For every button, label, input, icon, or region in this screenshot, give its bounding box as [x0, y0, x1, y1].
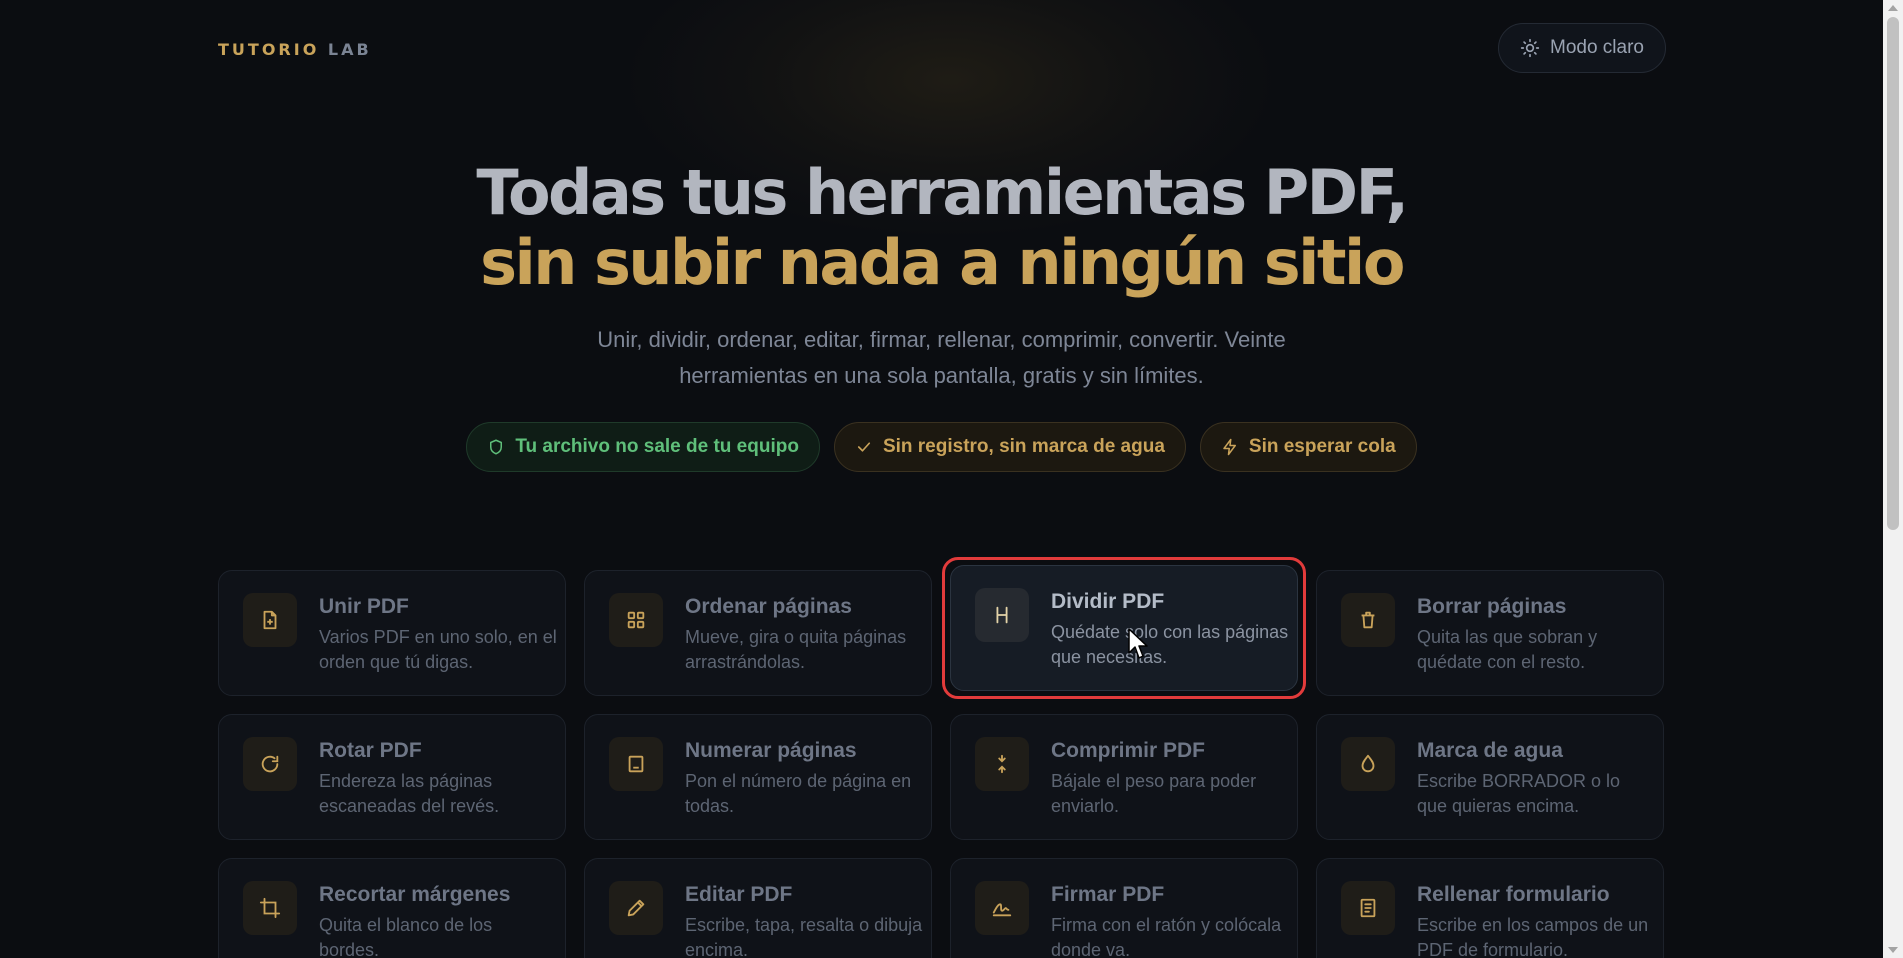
tool-desc: Pon el número de página en todas.	[685, 771, 912, 816]
feature-badges: Tu archivo no sale de tu equipo Sin regi…	[0, 422, 1883, 472]
signature-icon	[992, 903, 1012, 917]
tool-card-recortar-margenes[interactable]: Recortar márgenes Quita el blanco de los…	[218, 858, 566, 958]
tool-desc: Firma con el ratón y colócala donde va.	[1051, 915, 1282, 958]
tool-title: Numerar páginas	[685, 739, 857, 762]
tool-title: Borrar páginas	[1417, 595, 1567, 618]
droplet-icon	[1361, 754, 1375, 773]
crop-icon	[259, 897, 281, 919]
hero-title-line1: Todas tus herramientas PDF,	[476, 156, 1409, 229]
badge-no-queue: Sin esperar cola	[1199, 422, 1417, 472]
sun-icon	[1520, 38, 1540, 58]
tool-title: Rotar PDF	[319, 739, 422, 762]
tool-card-numerar-paginas[interactable]: Numerar páginas Pon el número de página …	[584, 714, 932, 840]
tool-title: Firmar PDF	[1051, 883, 1165, 906]
tool-title: Comprimir PDF	[1051, 739, 1206, 762]
scroll-down-icon[interactable]	[1888, 947, 1898, 953]
tool-title: Dividir PDF	[1051, 590, 1165, 613]
badge-privacy-label: Tu archivo no sale de tu equipo	[515, 436, 799, 457]
theme-toggle-button[interactable]: Modo claro	[1498, 23, 1666, 73]
tool-card-dividir-pdf[interactable]: Dividir PDF Quédate solo con las páginas…	[942, 557, 1306, 699]
tool-card-marca-de-agua[interactable]: Marca de agua Escribe BORRADOR o lo que …	[1316, 714, 1664, 840]
tool-card-comprimir-pdf[interactable]: Comprimir PDF Bájale el peso para poder …	[950, 714, 1298, 840]
tool-card-rotar-pdf[interactable]: Rotar PDF Endereza las páginas escaneada…	[218, 714, 566, 840]
check-icon	[857, 442, 871, 452]
tool-card-editar-pdf[interactable]: Editar PDF Escribe, tapa, resalta o dibu…	[584, 858, 932, 958]
tool-desc: Escribe BORRADOR o lo que quieras encima…	[1417, 771, 1621, 816]
shield-icon	[490, 439, 503, 455]
tool-desc: Quita las que sobran y quédate con el re…	[1417, 627, 1598, 672]
badge-no-signup: Sin registro, sin marca de agua	[833, 422, 1186, 472]
hero-title: Todas tus herramientas PDF, sin subir na…	[0, 158, 1883, 298]
tool-title: Marca de agua	[1417, 739, 1563, 762]
form-icon	[1360, 898, 1376, 918]
tool-desc: Escribe, tapa, resalta o dibuja encima.	[685, 915, 923, 958]
theme-toggle-label: Modo claro	[1550, 37, 1644, 58]
rotate-icon	[261, 755, 279, 773]
compress-icon	[998, 754, 1006, 774]
brand-part2: LAB	[327, 40, 372, 59]
tool-desc: Varios PDF en uno solo, en el orden que …	[319, 627, 557, 672]
page-scrollbar[interactable]	[1883, 0, 1903, 958]
tool-card-borrar-paginas[interactable]: Borrar páginas Quita las que sobran y qu…	[1316, 570, 1664, 696]
brand-part1: TUTORIO	[218, 40, 320, 59]
badge-privacy: Tu archivo no sale de tu equipo	[466, 422, 820, 472]
scroll-up-icon[interactable]	[1888, 5, 1898, 11]
tool-card-rellenar-formulario[interactable]: Rellenar formulario Escribe en los campo…	[1316, 858, 1664, 958]
tool-card-firmar-pdf[interactable]: Firmar PDF Firma con el ratón y colócala…	[950, 858, 1298, 958]
brand-logo[interactable]: TUTORIO LAB	[218, 40, 372, 59]
mouse-cursor-icon	[1128, 628, 1148, 659]
tool-title: Editar PDF	[685, 883, 793, 906]
tool-title: Recortar márgenes	[319, 883, 511, 906]
trash-icon	[1361, 611, 1375, 629]
tool-title: Unir PDF	[319, 595, 409, 618]
scrollbar-thumb[interactable]	[1887, 17, 1899, 530]
tool-desc: Bájale el peso para poder enviarlo.	[1051, 771, 1257, 816]
split-icon	[996, 606, 1008, 624]
file-plus-icon	[263, 610, 277, 630]
tool-desc: Escribe en los campos de un PDF de formu…	[1417, 915, 1649, 958]
tool-desc: Endereza las páginas escaneadas del revé…	[319, 771, 500, 816]
pencil-icon	[627, 899, 645, 917]
tool-desc: Quita el blanco de los bordes.	[319, 915, 493, 958]
badge-no-signup-label: Sin registro, sin marca de agua	[882, 436, 1165, 457]
tools-grid: Unir PDF Varios PDF en uno solo, en el o…	[218, 557, 1666, 958]
tool-title: Rellenar formulario	[1417, 883, 1610, 906]
tool-desc: Mueve, gira o quita páginas arrastrándol…	[685, 627, 907, 672]
page-number-icon	[628, 755, 644, 773]
tool-card-unir-pdf[interactable]: Unir PDF Varios PDF en uno solo, en el o…	[218, 570, 566, 696]
hero-title-line2: sin subir nada a ningún sitio	[480, 226, 1405, 299]
badge-no-queue-label: Sin esperar cola	[1248, 436, 1396, 457]
bolt-icon	[1223, 438, 1236, 456]
grid-icon	[627, 611, 645, 629]
hero-subtitle: Unir, dividir, ordenar, editar, firmar, …	[597, 327, 1286, 388]
tool-title: Ordenar páginas	[685, 595, 852, 618]
tool-card-ordenar-paginas[interactable]: Ordenar páginas Mueve, gira o quita pági…	[584, 570, 932, 696]
tool-desc: Quédate solo con las páginas que necesit…	[1051, 622, 1289, 667]
